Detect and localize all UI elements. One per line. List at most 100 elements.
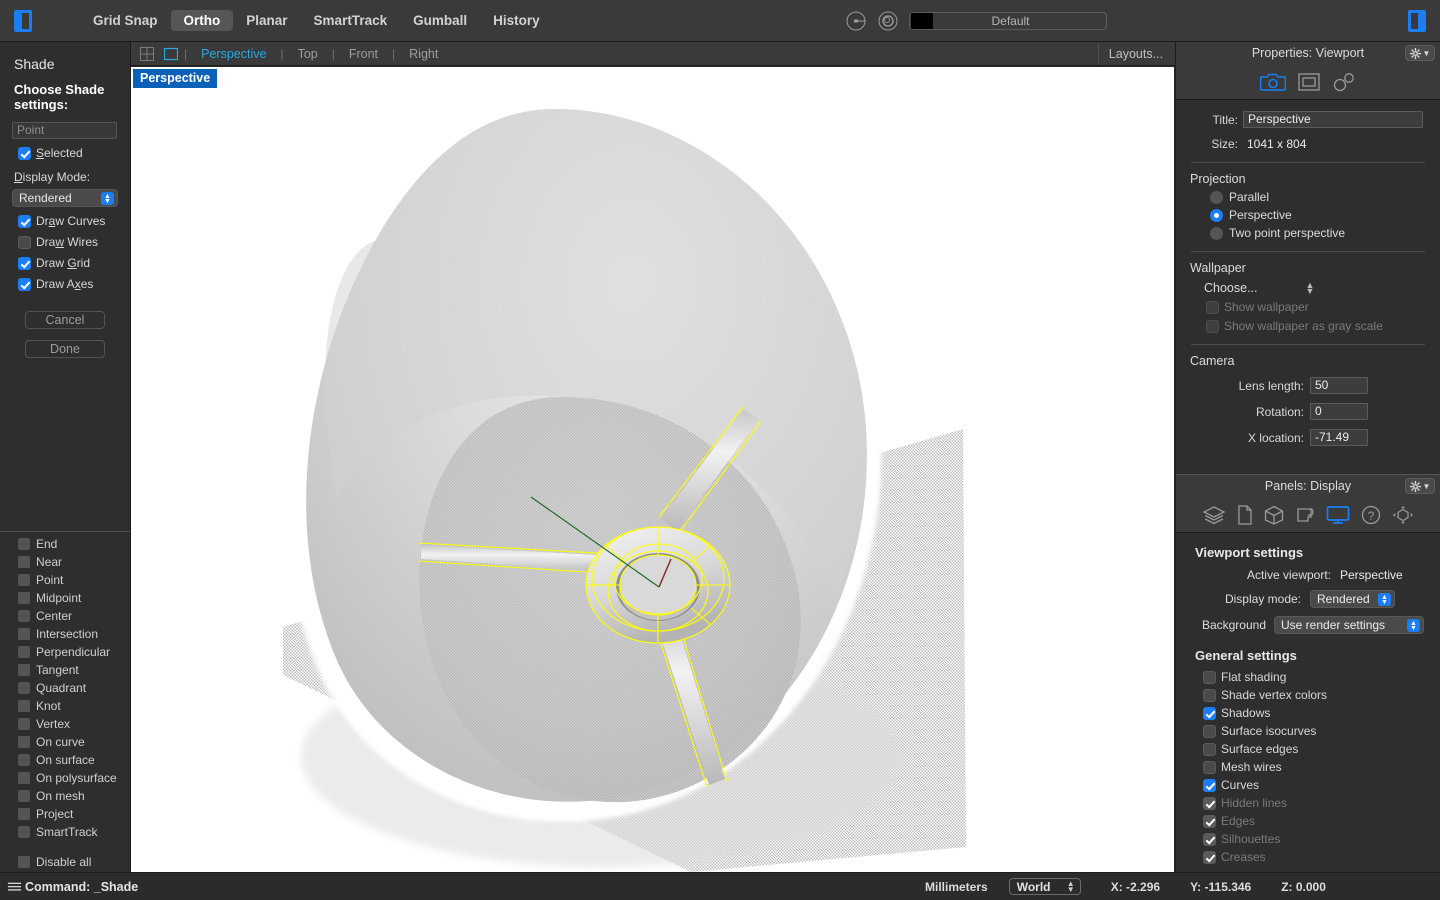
- layers-icon[interactable]: [1202, 505, 1226, 525]
- flat-shading-checkbox[interactable]: [1203, 670, 1216, 684]
- shade-draw-wires-checkbox[interactable]: [18, 235, 31, 249]
- mesh-wires-checkbox[interactable]: [1203, 760, 1216, 774]
- osnap-item-vertex[interactable]: Vertex: [0, 715, 130, 733]
- toolbar-ortho[interactable]: Ortho: [170, 10, 234, 31]
- show-wallpaper-row[interactable]: Show wallpaper: [1206, 300, 1440, 314]
- cplane-select[interactable]: World ▲ ▼: [1008, 878, 1081, 895]
- osnap-checkbox[interactable]: [18, 790, 30, 802]
- toolbar-history[interactable]: History: [480, 10, 553, 31]
- help-question-icon[interactable]: ?: [1361, 505, 1381, 525]
- layer-color-swatch[interactable]: [911, 13, 933, 29]
- osnap-checkbox[interactable]: [18, 628, 30, 640]
- osnap-item-on-mesh[interactable]: On mesh: [0, 787, 130, 805]
- setting-shadows[interactable]: Shadows: [1176, 704, 1440, 722]
- right-panel-toggle-icon[interactable]: [1408, 9, 1426, 32]
- named-views-icon[interactable]: [1295, 505, 1315, 525]
- projection-radio[interactable]: [1210, 208, 1223, 222]
- osnap-item-near[interactable]: Near: [0, 553, 130, 571]
- single-view-layout-icon[interactable]: [164, 47, 178, 61]
- projection-option-two-point[interactable]: Two point perspective: [1210, 226, 1440, 240]
- show-wallpaper-grayscale-row[interactable]: Show wallpaper as gray scale: [1206, 319, 1440, 333]
- viewport-tab-perspective[interactable]: Perspective: [193, 47, 274, 61]
- osnap-item-point[interactable]: Point: [0, 571, 130, 589]
- osnap-checkbox[interactable]: [18, 700, 30, 712]
- chevron-updown-icon[interactable]: ▲ ▼: [101, 192, 114, 205]
- show-wallpaper-checkbox[interactable]: [1206, 300, 1219, 314]
- shade-display-mode-select[interactable]: Rendered ▲ ▼: [12, 189, 118, 207]
- shadows-checkbox[interactable]: [1203, 706, 1216, 720]
- shade-draw-curves-checkbox[interactable]: [18, 214, 31, 228]
- toolbar-planar[interactable]: Planar: [233, 10, 300, 31]
- osnap-checkbox[interactable]: [18, 610, 30, 622]
- four-view-layout-icon[interactable]: [140, 46, 154, 61]
- viewport-tab-front[interactable]: Front: [341, 47, 386, 61]
- projection-radio[interactable]: [1210, 226, 1223, 240]
- osnap-item-project[interactable]: Project: [0, 805, 130, 823]
- viewport-tab-top[interactable]: Top: [290, 47, 326, 61]
- link-chain-icon[interactable]: [1332, 72, 1356, 92]
- show-wallpaper-grayscale-checkbox[interactable]: [1206, 319, 1219, 333]
- osnap-checkbox[interactable]: [18, 664, 30, 676]
- viewport-title-input[interactable]: Perspective: [1243, 111, 1423, 128]
- osnap-item-intersection[interactable]: Intersection: [0, 625, 130, 643]
- osnap-item-center[interactable]: Center: [0, 607, 130, 625]
- shade-draw-wires-row[interactable]: Draw Wires: [18, 235, 130, 249]
- shade-draw-axes-checkbox[interactable]: [18, 277, 31, 291]
- background-combo[interactable]: Use render settings ▲ ▼: [1274, 616, 1424, 634]
- osnap-item-quadrant[interactable]: Quadrant: [0, 679, 130, 697]
- shade-draw-curves-row[interactable]: Draw Curves: [18, 214, 130, 228]
- command-history-menu-icon[interactable]: [7, 881, 22, 892]
- curves-checkbox[interactable]: [1203, 778, 1216, 792]
- chevron-updown-icon[interactable]: ▲ ▼: [1306, 281, 1315, 296]
- lens-length-input[interactable]: 50: [1310, 377, 1368, 394]
- osnap-item-on-surface[interactable]: On surface: [0, 751, 130, 769]
- chevron-updown-icon[interactable]: ▲ ▼: [1378, 593, 1391, 606]
- shade-cancel-button[interactable]: Cancel: [25, 311, 105, 329]
- perspective-viewport[interactable]: Perspective: [131, 67, 1174, 872]
- osnap-disable-all-checkbox[interactable]: [18, 856, 30, 868]
- shade-draw-grid-row[interactable]: Draw Grid: [18, 256, 130, 270]
- properties-options-gear-button[interactable]: ▼: [1405, 45, 1435, 61]
- osnap-checkbox[interactable]: [18, 592, 30, 604]
- setting-surface-edges[interactable]: Surface edges: [1176, 740, 1440, 758]
- osnap-checkbox[interactable]: [18, 826, 30, 838]
- display-monitor-icon[interactable]: [1326, 505, 1350, 525]
- osnap-item-tangent[interactable]: Tangent: [0, 661, 130, 679]
- display-options-gear-button[interactable]: ▼: [1405, 478, 1435, 494]
- setting-shade-vertex-colors[interactable]: Shade vertex colors: [1176, 686, 1440, 704]
- chevron-updown-icon[interactable]: ▲ ▼: [1067, 879, 1075, 893]
- navigation-gizmo-icon[interactable]: [1392, 505, 1414, 525]
- layer-state-icon[interactable]: [877, 10, 899, 32]
- viewport-frame-icon[interactable]: [1298, 72, 1320, 92]
- surface-isocurves-checkbox[interactable]: [1203, 724, 1216, 738]
- surface-edges-checkbox[interactable]: [1203, 742, 1216, 756]
- shade-point-input[interactable]: Point: [12, 122, 117, 139]
- display-mode-combo[interactable]: Rendered ▲ ▼: [1310, 590, 1395, 608]
- setting-flat-shading[interactable]: Flat shading: [1176, 668, 1440, 686]
- chevron-updown-icon[interactable]: ▲ ▼: [1407, 619, 1420, 632]
- projection-radio[interactable]: [1210, 190, 1223, 204]
- shade-selected-row[interactable]: Selected: [18, 146, 130, 160]
- toolbar-grid-snap[interactable]: Grid Snap: [80, 10, 171, 31]
- layer-target-icon[interactable]: [845, 10, 867, 32]
- setting-mesh-wires[interactable]: Mesh wires: [1176, 758, 1440, 776]
- osnap-checkbox[interactable]: [18, 736, 30, 748]
- wallpaper-choose-button[interactable]: Choose... ▲ ▼: [1204, 281, 1440, 296]
- osnap-item-midpoint[interactable]: Midpoint: [0, 589, 130, 607]
- osnap-checkbox[interactable]: [18, 808, 30, 820]
- viewport-name-label[interactable]: Perspective: [133, 69, 218, 88]
- projection-option-perspective[interactable]: Perspective: [1210, 208, 1440, 222]
- camera-icon[interactable]: [1260, 72, 1286, 92]
- osnap-checkbox[interactable]: [18, 772, 30, 784]
- projection-option-parallel[interactable]: Parallel: [1210, 190, 1440, 204]
- osnap-item-on-polysurface[interactable]: On polysurface: [0, 769, 130, 787]
- shade-draw-grid-checkbox[interactable]: [18, 256, 31, 270]
- osnap-checkbox[interactable]: [18, 556, 30, 568]
- osnap-checkbox[interactable]: [18, 538, 30, 550]
- setting-surface-isocurves[interactable]: Surface isocurves: [1176, 722, 1440, 740]
- viewport-tab-right[interactable]: Right: [401, 47, 446, 61]
- object-cube-icon[interactable]: [1264, 505, 1284, 525]
- shade-done-button[interactable]: Done: [25, 340, 105, 358]
- left-panel-toggle-icon[interactable]: [14, 9, 32, 32]
- osnap-item-on-curve[interactable]: On curve: [0, 733, 130, 751]
